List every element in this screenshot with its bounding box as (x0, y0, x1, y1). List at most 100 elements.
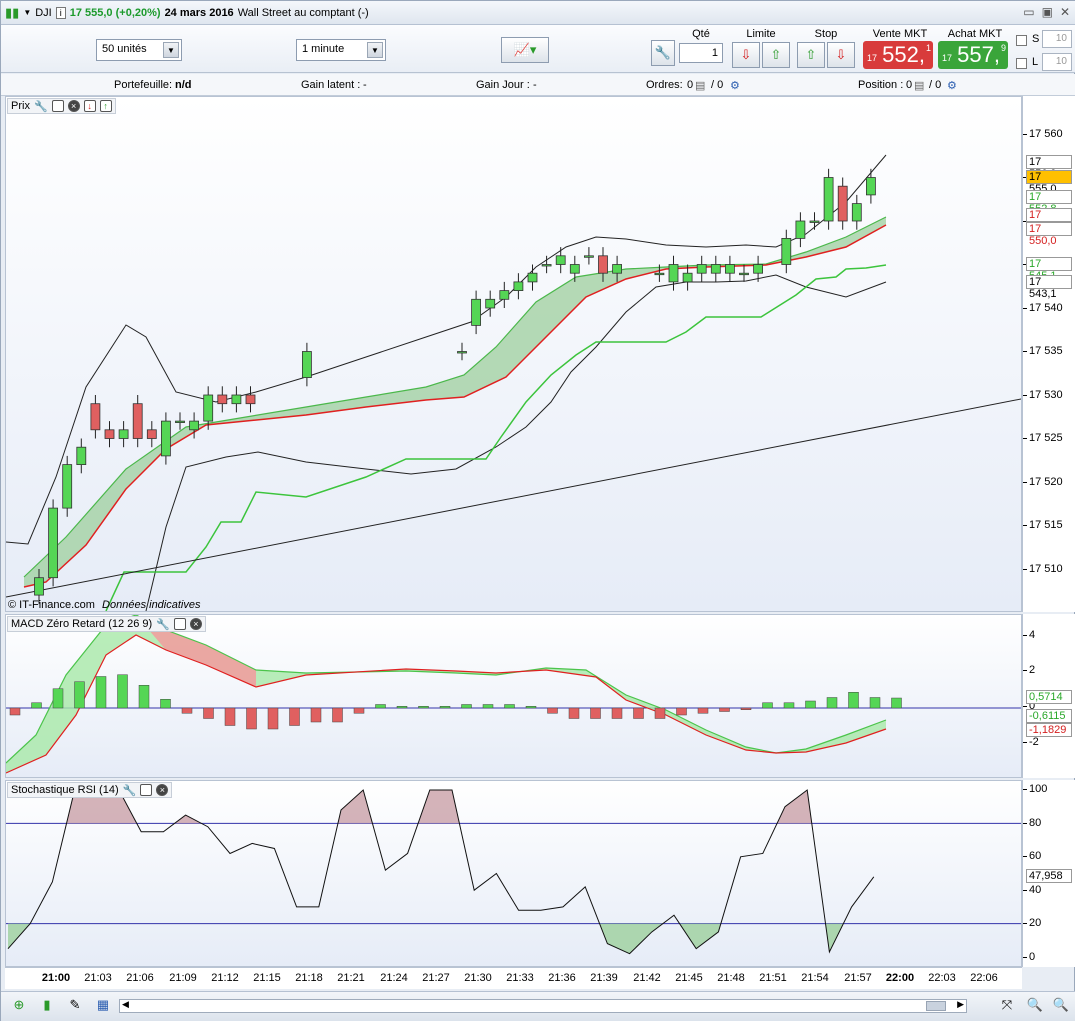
macd-histogram-bar (181, 707, 193, 714)
stop-sell-button[interactable]: ⇩ (827, 42, 855, 68)
limit-checkbox[interactable] (1016, 58, 1027, 69)
sell-mkt-button[interactable]: 17 552, 1 (863, 41, 933, 69)
interval-select[interactable]: 1 minute ▼ (296, 39, 386, 61)
macd-histogram-bar (805, 700, 816, 709)
scroll-left-icon[interactable]: ◀ (122, 999, 129, 1010)
stoch-overbought-fill (337, 790, 373, 824)
minimize-icon[interactable]: ▭ (1023, 5, 1034, 19)
day-gain-label: Gain Jour : (476, 79, 530, 91)
price-panel[interactable]: Prix 🔧 × ↓ ↑ © IT-Finance.com Données in… (5, 96, 1022, 612)
bullish-candle (76, 446, 87, 466)
qty-input[interactable]: 1 (679, 43, 723, 63)
orders-gear-icon[interactable]: ⚙ (730, 79, 740, 92)
macd-histogram-bar (117, 674, 128, 709)
wrench-icon[interactable]: 🔧 (123, 784, 137, 797)
time-tick: 21:12 (211, 972, 239, 984)
layout-icon[interactable]: ▦ (93, 997, 113, 1015)
bearish-candle (837, 185, 848, 222)
move-down-icon[interactable]: ↓ (83, 100, 96, 112)
stop-distance-input[interactable]: 10 (1042, 30, 1072, 48)
price-chart[interactable] (6, 97, 1021, 611)
macd-histogram-bar (676, 707, 687, 716)
toolbar: 50 unités ▼ 1 minute ▼ 📈▾ 🔧 Qté 1 Limite… (1, 25, 1075, 73)
macd-panel[interactable]: MACD Zéro Retard (12 26 9) 🔧 × (5, 614, 1022, 778)
zoom-out-icon[interactable]: 🔍 (1025, 997, 1045, 1015)
bullish-candle (48, 507, 58, 579)
wrench-icon[interactable]: 🔧 (34, 100, 48, 113)
bearish-candle (104, 429, 115, 439)
zoom-fit-icon[interactable]: ⤧ (997, 997, 1017, 1015)
chevron-down-icon[interactable]: ▼ (367, 42, 383, 58)
bullish-candle (457, 351, 467, 354)
macd-histogram-bar (740, 707, 752, 710)
time-tick: 21:39 (590, 972, 618, 984)
time-tick: 21:36 (548, 972, 576, 984)
price-axis-tick: 17 525 (1023, 432, 1063, 444)
chevron-down-icon[interactable]: ▼ (163, 42, 179, 58)
bullish-candle (866, 177, 876, 196)
scroll-thumb[interactable] (926, 1001, 946, 1011)
add-indicator-icon[interactable]: ⊕ (9, 997, 29, 1015)
limit-buy-button[interactable]: ⇧ (762, 42, 790, 68)
time-tick: 21:09 (169, 972, 197, 984)
drawing-tools-icon[interactable]: ✎ (65, 997, 85, 1015)
maximize-icon[interactable]: ▣ (1042, 5, 1053, 19)
position-gear-icon[interactable]: ⚙ (947, 79, 957, 92)
limit-sell-button[interactable]: ⇩ (732, 42, 760, 68)
bullish-candle (710, 264, 721, 274)
limit-distance-input[interactable]: 10 (1042, 53, 1072, 71)
stoch-panel[interactable]: Stochastique RSI (14) 🔧 × (5, 780, 1022, 967)
stoch-axis-tick: 20 (1022, 917, 1042, 929)
stop-checkbox[interactable] (1016, 35, 1027, 46)
wrench-icon[interactable]: 🔧 (156, 618, 170, 631)
l-label: L (1032, 56, 1039, 68)
time-tick: 21:30 (464, 972, 492, 984)
zoom-in-icon[interactable]: 🔍 (1051, 997, 1071, 1015)
day-gain-value: - (533, 79, 537, 91)
macd-histogram-bar (74, 681, 85, 709)
candlestick-icon[interactable]: ▮▮ (5, 5, 19, 21)
close-icon[interactable]: × (189, 618, 202, 630)
bullish-candle (485, 298, 496, 309)
close-icon[interactable]: × (67, 100, 80, 112)
macd-histogram-bar (633, 707, 644, 719)
bullish-candle (231, 394, 242, 405)
window-icon[interactable] (140, 784, 153, 796)
price-axis-tick: 17 530 (1023, 389, 1063, 401)
close-icon[interactable]: ✕ (1060, 5, 1070, 19)
units-select[interactable]: 50 unités ▼ (96, 39, 182, 61)
position-list-icon[interactable]: ▤ (914, 79, 924, 92)
stop-buy-button[interactable]: ⇧ (797, 42, 825, 68)
bullish-candle (809, 220, 820, 223)
macd-histogram-bar (697, 707, 709, 714)
close-icon[interactable]: × (156, 784, 169, 796)
symbol: DJI (35, 6, 52, 19)
macd-signal-line (6, 634, 887, 774)
orders-count: 0 (687, 79, 694, 91)
time-tick: 21:00 (41, 972, 71, 984)
orders-list-icon[interactable]: ▤ (695, 79, 705, 92)
buy-mkt-button[interactable]: 17 557, 9 (938, 41, 1008, 69)
bullish-candle (668, 264, 679, 283)
macd-histogram-bar (461, 704, 472, 709)
horizontal-scrollbar[interactable]: ◀ ▶ (119, 999, 967, 1013)
macd-histogram-bar (482, 704, 494, 709)
sell-price-prefix: 17 (867, 53, 878, 63)
macd-axis-value-tag: 0,5714 (1026, 690, 1072, 704)
candles-icon[interactable]: ▮ (37, 997, 57, 1015)
stoch-chart[interactable] (6, 781, 1021, 966)
macd-chart[interactable] (6, 615, 1021, 777)
macd-histogram-bar (611, 707, 623, 719)
move-up-icon[interactable]: ↑ (99, 100, 112, 112)
window-icon[interactable] (51, 100, 64, 112)
dropdown-icon[interactable]: ▼ (23, 8, 31, 17)
scroll-right-icon[interactable]: ▶ (957, 999, 964, 1010)
info-icon[interactable]: i (55, 6, 66, 19)
watermark-note: Données indicatives (102, 599, 201, 611)
bullish-candle (62, 464, 73, 509)
macd-histogram-bar (439, 706, 451, 709)
chart-type-button[interactable]: 📈▾ (501, 37, 549, 63)
stoch-axis-tick: 0 (1022, 951, 1036, 963)
window-icon[interactable] (173, 618, 186, 630)
wrench-icon[interactable]: 🔧 (651, 40, 675, 66)
